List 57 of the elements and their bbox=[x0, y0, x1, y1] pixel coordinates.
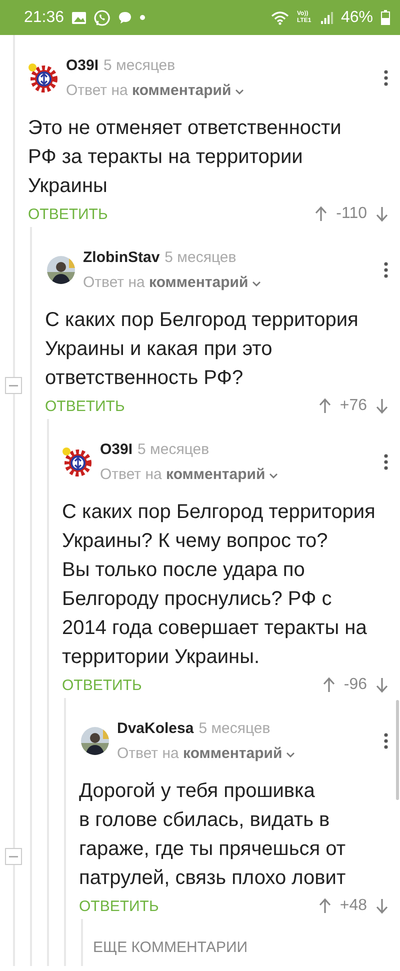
chevron-down-icon bbox=[235, 89, 244, 95]
comment-time: 5 месяцев bbox=[104, 57, 176, 74]
chevron-down-icon bbox=[286, 752, 296, 758]
chat-icon bbox=[118, 11, 132, 24]
author-name[interactable]: O39I bbox=[100, 441, 133, 458]
rating-score: +76 bbox=[340, 397, 367, 415]
upvote-icon[interactable] bbox=[318, 898, 331, 914]
chevron-down-icon bbox=[269, 473, 278, 479]
author-name[interactable]: O39I bbox=[66, 57, 99, 74]
reply-to-link[interactable]: Ответ на комментарий bbox=[117, 741, 296, 766]
comment-time: 5 месяцев bbox=[198, 720, 270, 737]
phone-bubble-icon bbox=[94, 10, 110, 26]
more-icon[interactable] bbox=[384, 454, 388, 470]
author-name[interactable]: ZlobinStav bbox=[83, 249, 160, 266]
comment-text: Это не отменяет ответственности РФ за теракты на территории Украины bbox=[28, 116, 342, 199]
reply-button[interactable]: ОТВЕТИТЬ bbox=[28, 206, 108, 222]
signal-icon bbox=[320, 12, 333, 24]
reply-button[interactable]: ОТВЕТИТЬ bbox=[62, 676, 142, 694]
gear-logo-icon bbox=[30, 66, 58, 92]
chevron-down-icon bbox=[252, 281, 262, 287]
upvote-icon[interactable] bbox=[318, 398, 331, 414]
more-icon[interactable] bbox=[384, 70, 388, 86]
image-icon bbox=[72, 12, 86, 24]
upvote-icon[interactable] bbox=[322, 677, 335, 693]
reply-to-link[interactable]: Ответ на комментарий bbox=[83, 270, 262, 295]
battery-icon bbox=[381, 10, 390, 25]
wifi-icon bbox=[270, 10, 289, 24]
comment-time: 5 месяцев bbox=[164, 249, 236, 266]
author-name[interactable]: DvaKolesa bbox=[117, 720, 194, 737]
dot-icon bbox=[140, 15, 146, 20]
collapse-button[interactable] bbox=[5, 377, 22, 394]
reply-button[interactable]: ОТВЕТИТЬ bbox=[45, 398, 125, 414]
downvote-icon[interactable] bbox=[376, 898, 388, 914]
comment-text: С каких пор Белгород территория Украины? К чему вопрос то? Вы только после удара по Белгороду проснулись? РФ с 2014 года совершает теракты на территории Украины. bbox=[62, 500, 376, 670]
rating-score: -96 bbox=[344, 676, 367, 694]
collapse-button[interactable] bbox=[5, 848, 22, 865]
comment-text: Дорогой у тебя прошивка в голове сбилась, видать в гараже, где ты прячешься от патрулей, связь плохо ловит bbox=[79, 779, 347, 891]
gear-logo-icon bbox=[64, 450, 92, 476]
battery-percent: 46% bbox=[340, 8, 373, 26]
rating-score: +48 bbox=[340, 897, 367, 915]
reply-to-link[interactable]: Ответ на комментарий bbox=[66, 78, 244, 103]
more-icon[interactable] bbox=[384, 733, 388, 749]
clock: 21:36 bbox=[24, 8, 64, 26]
downvote-icon[interactable] bbox=[376, 206, 388, 222]
downvote-icon[interactable] bbox=[376, 398, 388, 414]
minus-icon bbox=[9, 856, 18, 858]
more-comments-link[interactable]: ЕЩЕ КОММЕНТАРИИ bbox=[83, 919, 400, 966]
more-icon[interactable] bbox=[384, 262, 388, 278]
downvote-icon[interactable] bbox=[376, 677, 388, 693]
scrollbar[interactable] bbox=[396, 700, 399, 800]
upvote-icon[interactable] bbox=[315, 206, 328, 222]
comment-time: 5 месяцев bbox=[138, 441, 210, 458]
rating-score: -110 bbox=[336, 205, 367, 223]
reply-button[interactable]: ОТВЕТИТЬ bbox=[79, 898, 159, 914]
minus-icon bbox=[9, 384, 18, 386]
reply-to-link[interactable]: Ответ на комментарий bbox=[100, 462, 278, 487]
comment-text: С каких пор Белгород территория Украины и какая при это ответственность РФ? bbox=[45, 308, 360, 391]
